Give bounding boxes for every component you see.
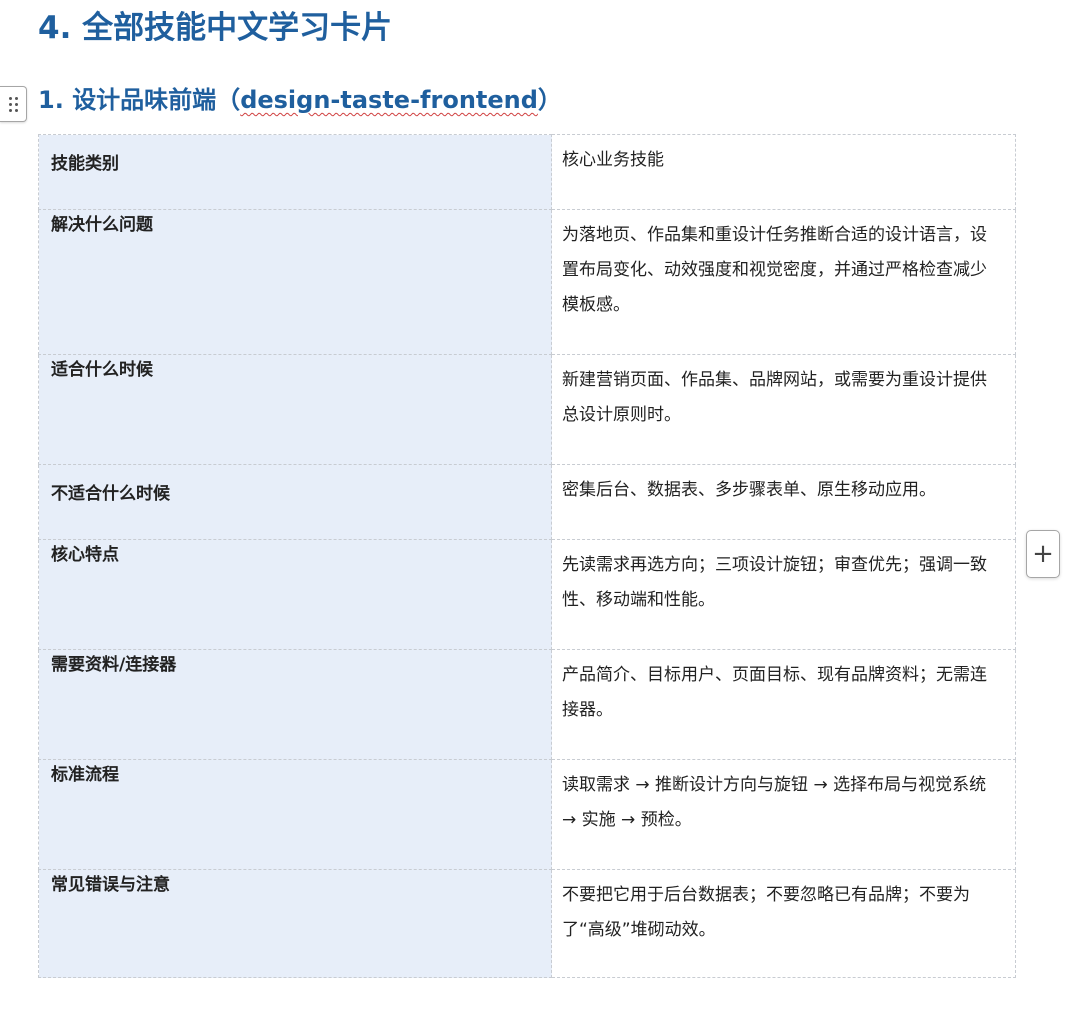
- row-value-when-not-to-use: 密集后台、数据表、多步骤表单、原生移动应用。: [551, 464, 1016, 540]
- section-name: 设计品味前端（: [72, 86, 241, 114]
- table-row: 标准流程 读取需求 → 推断设计方向与旋钮 → 选择布局与视觉系统 → 实施 →…: [38, 759, 1016, 870]
- add-block-button[interactable]: +: [1026, 530, 1060, 578]
- table-row: 技能类别 核心业务技能: [38, 134, 1016, 210]
- row-key-requirements: 需要资料/连接器: [38, 649, 552, 760]
- row-value-requirements: 产品简介、目标用户、页面目标、现有品牌资料；无需连接器。: [551, 649, 1016, 760]
- row-key-problem: 解决什么问题: [38, 209, 552, 355]
- skill-card-table: 技能类别 核心业务技能 解决什么问题 为落地页、作品集和重设计任务推断合适的设计…: [38, 134, 1016, 978]
- row-key-common-mistakes: 常见错误与注意: [38, 869, 552, 978]
- table-row: 需要资料/连接器 产品简介、目标用户、页面目标、现有品牌资料；无需连接器。: [38, 649, 1016, 760]
- row-value-workflow: 读取需求 → 推断设计方向与旋钮 → 选择布局与视觉系统 → 实施 → 预检。: [551, 759, 1016, 870]
- row-key-category: 技能类别: [38, 134, 552, 210]
- row-key-when-not-to-use: 不适合什么时候: [38, 464, 552, 540]
- row-value-features: 先读需求再选方向；三项设计旋钮；审查优先；强调一致性、移动端和性能。: [551, 539, 1016, 650]
- row-key-features: 核心特点: [38, 539, 552, 650]
- block-drag-handle[interactable]: [0, 86, 27, 122]
- row-value-problem: 为落地页、作品集和重设计任务推断合适的设计语言，设置布局变化、动效强度和视觉密度…: [551, 209, 1016, 355]
- table-row: 适合什么时候 新建营销页面、作品集、品牌网站，或需要为重设计提供总设计原则时。: [38, 354, 1016, 465]
- row-value-common-mistakes: 不要把它用于后台数据表；不要忽略已有品牌；不要为了“高级”堆砌动效。: [551, 869, 1016, 978]
- table-row: 不适合什么时候 密集后台、数据表、多步骤表单、原生移动应用。: [38, 464, 1016, 540]
- drag-dots-icon: [8, 96, 18, 112]
- row-value-category: 核心业务技能: [551, 134, 1016, 210]
- section-close-paren: ）: [537, 86, 562, 114]
- table-row: 解决什么问题 为落地页、作品集和重设计任务推断合适的设计语言，设置布局变化、动效…: [38, 209, 1016, 355]
- section-skill-id: design-taste-frontend: [240, 86, 538, 114]
- plus-icon: +: [1032, 539, 1054, 569]
- row-value-when-to-use: 新建营销页面、作品集、品牌网站，或需要为重设计提供总设计原则时。: [551, 354, 1016, 465]
- document-title: 4. 全部技能中文学习卡片: [38, 10, 393, 46]
- row-key-workflow: 标准流程: [38, 759, 552, 870]
- table-row: 核心特点 先读需求再选方向；三项设计旋钮；审查优先；强调一致性、移动端和性能。: [38, 539, 1016, 650]
- section-heading: 1. 设计品味前端（design-taste-frontend）: [38, 82, 562, 118]
- section-number: 1.: [38, 86, 64, 114]
- row-key-when-to-use: 适合什么时候: [38, 354, 552, 465]
- table-row: 常见错误与注意 不要把它用于后台数据表；不要忽略已有品牌；不要为了“高级”堆砌动…: [38, 869, 1016, 978]
